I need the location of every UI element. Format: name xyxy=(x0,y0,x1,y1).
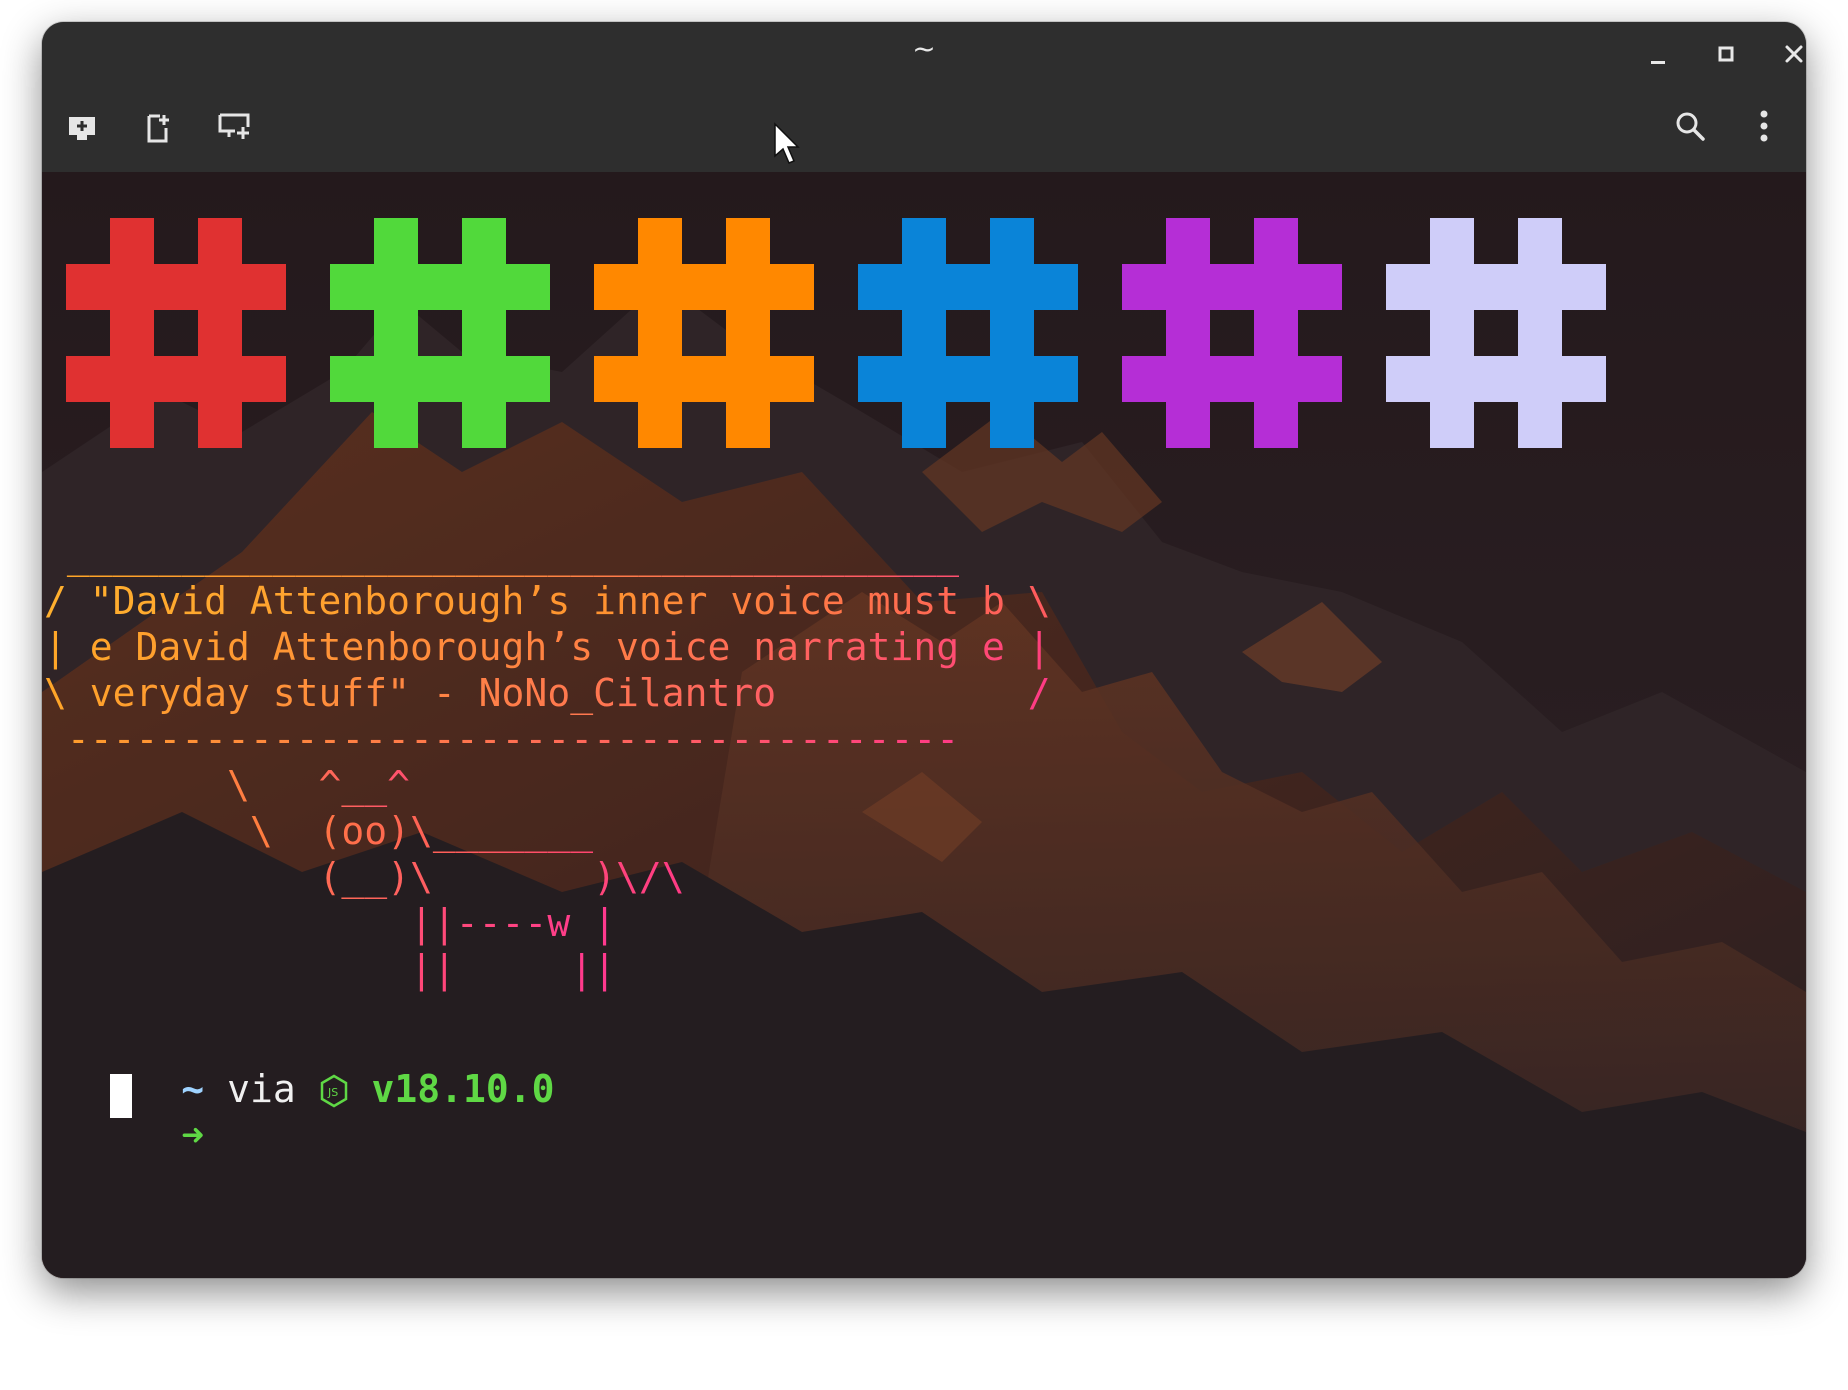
search-button[interactable] xyxy=(1662,98,1718,154)
bubble-line-1: / "David Attenborough’s inner voice must… xyxy=(44,579,1051,623)
cow-line-3: (__)\ )\/\ xyxy=(44,855,685,899)
mouse-pointer-icon xyxy=(774,122,800,164)
minimize-icon xyxy=(1651,61,1665,64)
prompt-arrow: ➜ xyxy=(181,1113,205,1157)
bubble-line-3: \ veryday stuff" - NoNo_Cilantro / xyxy=(44,671,1051,715)
swatch-green xyxy=(330,218,550,448)
title-bar: ~ xyxy=(42,22,1806,172)
menu-button[interactable] xyxy=(1736,98,1792,154)
cow-line-2: \ (oo)\_______ xyxy=(44,809,594,853)
maximize-icon xyxy=(1718,46,1734,62)
cow-line-4: ||----w | xyxy=(44,901,616,945)
nodejs-icon: JS xyxy=(320,1074,347,1108)
split-terminal-button[interactable] xyxy=(206,98,262,154)
text-cursor xyxy=(110,1074,132,1118)
split-terminal-icon xyxy=(218,113,250,139)
svg-text:JS: JS xyxy=(327,1086,338,1099)
new-tab-icon xyxy=(69,117,95,140)
close-icon xyxy=(1785,45,1803,63)
new-tab-button[interactable] xyxy=(54,100,110,156)
terminal-viewport[interactable]: _______________________________________ … xyxy=(42,172,1806,1278)
terminal-window: ~ ______________________________________… xyxy=(42,22,1806,1278)
window-title: ~ xyxy=(912,32,936,65)
bubble-line-2: | e David Attenborough’s voice narrating… xyxy=(44,625,1051,669)
maximize-button[interactable] xyxy=(1698,26,1754,82)
minimize-button[interactable] xyxy=(1630,28,1686,84)
search-icon xyxy=(1676,112,1705,141)
new-window-icon xyxy=(147,114,169,143)
close-button[interactable] xyxy=(1766,26,1806,82)
swatch-red xyxy=(66,218,286,448)
prompt-via: via xyxy=(227,1067,296,1111)
node-version: v18.10.0 xyxy=(371,1067,555,1111)
cow-line-5: || || xyxy=(44,947,616,991)
swatch-purple xyxy=(1122,218,1342,448)
cow-line-1: \ ^__^ xyxy=(44,763,411,807)
swatch-blue xyxy=(858,218,1078,448)
bubble-bottom-border: --------------------------------------- xyxy=(44,717,960,761)
bubble-top-border: _______________________________________ xyxy=(44,533,960,577)
swatch-lavender xyxy=(1386,218,1606,448)
new-window-button[interactable] xyxy=(130,100,186,156)
swatch-orange xyxy=(594,218,814,448)
kebab-menu-icon xyxy=(1760,110,1768,142)
